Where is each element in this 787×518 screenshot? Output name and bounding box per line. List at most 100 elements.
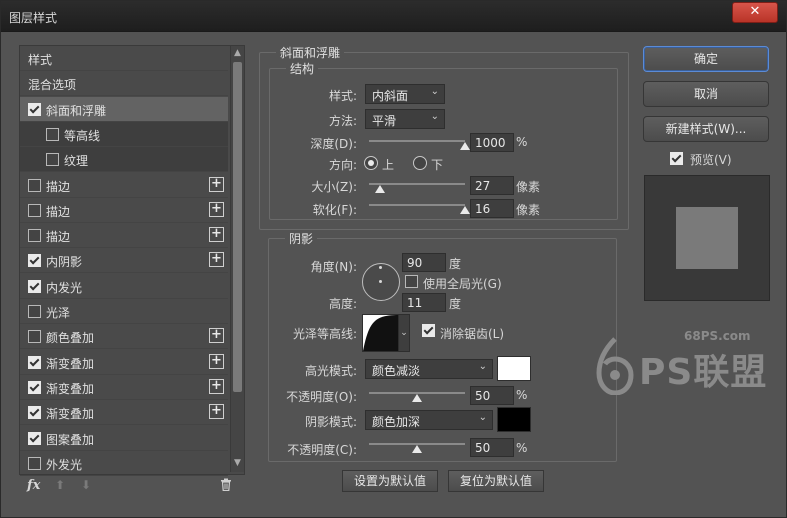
reset-default-button[interactable]: 复位为默认值 bbox=[448, 470, 544, 492]
sidebar-item-checkbox[interactable] bbox=[28, 355, 41, 369]
watermark-logo-icon bbox=[593, 337, 637, 396]
sidebar-item-checkbox[interactable] bbox=[28, 102, 41, 116]
sidebar-item-checkbox[interactable] bbox=[28, 279, 41, 293]
sidebar-item[interactable]: 描边 + bbox=[20, 173, 228, 198]
trash-icon[interactable] bbox=[220, 478, 232, 495]
angle-dial[interactable] bbox=[362, 263, 400, 301]
close-button[interactable]: ✕ bbox=[732, 2, 778, 23]
angle-field[interactable]: 90 bbox=[402, 253, 446, 272]
depth-field[interactable]: 1000 bbox=[470, 133, 514, 152]
sidebar-item[interactable]: 渐变叠加 + bbox=[20, 400, 228, 426]
sidebar-item-checkbox[interactable] bbox=[28, 330, 41, 344]
altitude-field[interactable]: 11 bbox=[402, 293, 446, 312]
sidebar-item-label: 描边 bbox=[46, 230, 71, 245]
sidebar-item-checkbox[interactable] bbox=[28, 178, 41, 192]
gloss-contour-label: 光泽等高线: bbox=[292, 327, 357, 341]
sidebar-item-checkbox[interactable] bbox=[46, 127, 59, 141]
scrollbar-thumb[interactable] bbox=[233, 62, 242, 392]
gloss-contour-picker[interactable] bbox=[362, 314, 400, 352]
sidebar-item-label: 外发光 bbox=[46, 457, 83, 472]
highlight-color-swatch[interactable] bbox=[497, 356, 531, 381]
size-field[interactable]: 27 bbox=[470, 176, 514, 195]
sidebar-item[interactable]: 内阴影 + bbox=[20, 248, 228, 274]
sidebar-item[interactable]: 混合选项 bbox=[20, 71, 228, 97]
direction-up-radio[interactable] bbox=[364, 156, 378, 170]
sidebar-item-checkbox[interactable] bbox=[28, 203, 41, 217]
global-light-checkbox[interactable] bbox=[405, 275, 418, 288]
add-effect-plus-icon[interactable]: + bbox=[209, 176, 224, 192]
technique-dropdown[interactable]: 平滑 ⌄ bbox=[365, 109, 445, 129]
sidebar-item-checkbox[interactable] bbox=[28, 254, 41, 268]
depth-slider-track[interactable] bbox=[369, 140, 465, 142]
sidebar-item[interactable]: 等高线 bbox=[20, 121, 228, 147]
shadow-opacity-knob[interactable] bbox=[412, 445, 422, 453]
scroll-down-arrow[interactable]: ▼ bbox=[231, 456, 244, 470]
soften-slider-knob[interactable] bbox=[460, 206, 470, 214]
highlight-opacity-field[interactable]: 50 bbox=[470, 386, 514, 405]
shadow-color-swatch[interactable] bbox=[497, 407, 531, 432]
size-slider-knob[interactable] bbox=[374, 185, 385, 193]
direction-label: 方向: bbox=[328, 158, 357, 172]
new-style-button[interactable]: 新建样式(W)... bbox=[643, 116, 769, 142]
soften-value: 16 bbox=[475, 202, 491, 216]
style-dropdown[interactable]: 内斜面 ⌄ bbox=[365, 84, 445, 104]
soften-slider-track[interactable] bbox=[369, 204, 465, 206]
sidebar-item[interactable]: 纹理 bbox=[20, 147, 228, 173]
shadow-opacity-field[interactable]: 50 bbox=[470, 438, 514, 457]
styles-list-scrollbar[interactable]: ▲ ▼ bbox=[230, 46, 244, 472]
sidebar-item[interactable]: 光泽 bbox=[20, 299, 228, 324]
fx-menu-button[interactable]: fx bbox=[27, 478, 40, 493]
add-effect-plus-icon[interactable]: + bbox=[209, 353, 224, 369]
direction-down-radio[interactable] bbox=[413, 156, 427, 170]
chevron-down-icon: ⌄ bbox=[478, 361, 487, 372]
depth-slider-knob[interactable] bbox=[460, 142, 470, 150]
sidebar-item-checkbox[interactable] bbox=[28, 431, 41, 445]
sidebar-item-checkbox[interactable] bbox=[46, 153, 59, 167]
layer-style-dialog: 图层样式 ✕ 样式 混合选项 斜面和浮雕 等高线 纹理 描边 + 描边 + 描边 + 内阴影 + 内发光光… bbox=[0, 0, 787, 518]
direction-down-label: 下 bbox=[431, 158, 444, 172]
ok-button[interactable]: 确定 bbox=[643, 46, 769, 72]
gloss-contour-dropdown[interactable]: ⌄ bbox=[398, 314, 410, 352]
add-effect-plus-icon[interactable]: + bbox=[209, 227, 224, 243]
sidebar-item-checkbox[interactable] bbox=[28, 305, 41, 318]
scroll-up-arrow[interactable]: ▲ bbox=[231, 46, 244, 60]
soften-field[interactable]: 16 bbox=[470, 199, 514, 218]
chevron-down-icon: ⌄ bbox=[430, 86, 439, 97]
title-bar: 图层样式 ✕ bbox=[1, 1, 786, 32]
anti-aliased-checkbox[interactable] bbox=[422, 324, 435, 337]
shadow-mode-dropdown[interactable]: 颜色加深 ⌄ bbox=[365, 410, 493, 430]
sidebar-item-checkbox[interactable] bbox=[28, 456, 41, 470]
sidebar-item[interactable]: 外发光 bbox=[20, 451, 228, 476]
sidebar-item-checkbox[interactable] bbox=[28, 406, 41, 420]
add-effect-plus-icon[interactable]: + bbox=[209, 201, 224, 217]
sidebar-item[interactable]: 渐变叠加 + bbox=[20, 350, 228, 375]
shading-title: 阴影 bbox=[285, 230, 318, 247]
move-down-icon[interactable]: ⬇ bbox=[81, 478, 91, 492]
move-up-icon[interactable]: ⬆ bbox=[55, 478, 65, 492]
sidebar-item[interactable]: 斜面和浮雕 bbox=[20, 96, 228, 122]
sidebar-item-checkbox[interactable] bbox=[28, 380, 41, 394]
sidebar-item[interactable]: 描边 + bbox=[20, 223, 228, 249]
set-default-button[interactable]: 设置为默认值 bbox=[342, 470, 438, 492]
highlight-opacity-knob[interactable] bbox=[412, 394, 422, 402]
direction-up-label: 上 bbox=[382, 158, 395, 172]
sidebar-item[interactable]: 渐变叠加 + bbox=[20, 375, 228, 400]
add-effect-plus-icon[interactable]: + bbox=[209, 378, 224, 394]
add-effect-plus-icon[interactable]: + bbox=[209, 252, 224, 268]
highlight-mode-dropdown[interactable]: 颜色减淡 ⌄ bbox=[365, 359, 493, 379]
sidebar-item[interactable]: 描边 + bbox=[20, 198, 228, 223]
sidebar-item[interactable]: 内发光 bbox=[20, 274, 228, 299]
watermark-brand-text: PS联盟 bbox=[639, 352, 768, 393]
preview-checkbox[interactable] bbox=[670, 152, 683, 165]
sidebar-item[interactable]: 图案叠加 bbox=[20, 426, 228, 451]
soften-label: 软化(F): bbox=[312, 203, 357, 217]
sidebar-item[interactable]: 样式 bbox=[20, 46, 228, 71]
add-effect-plus-icon[interactable]: + bbox=[209, 328, 224, 344]
sidebar-item-label: 斜面和浮雕 bbox=[46, 103, 107, 118]
cancel-button[interactable]: 取消 bbox=[643, 81, 769, 107]
chevron-down-icon: ⌄ bbox=[478, 412, 487, 423]
sidebar-item[interactable]: 颜色叠加 + bbox=[20, 324, 228, 350]
sidebar-item-label: 光泽 bbox=[46, 306, 71, 320]
add-effect-plus-icon[interactable]: + bbox=[209, 404, 224, 420]
sidebar-item-checkbox[interactable] bbox=[28, 229, 41, 243]
